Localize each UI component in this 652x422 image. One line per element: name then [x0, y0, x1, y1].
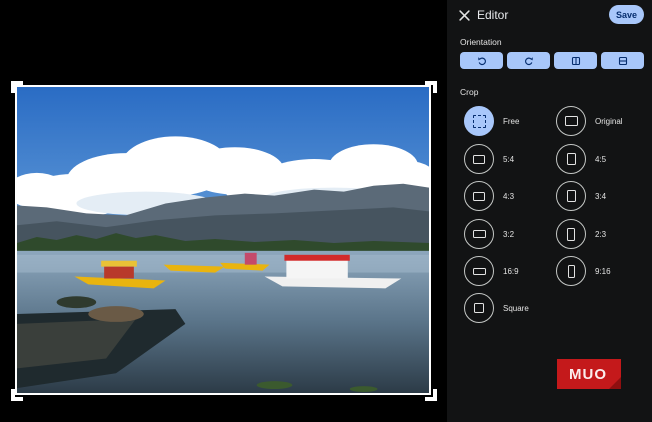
- crop-option-2-3[interactable]: 2:3: [556, 218, 606, 250]
- aspect-4-3-icon: [473, 191, 485, 201]
- crop-handle-bottom-left[interactable]: [11, 389, 23, 401]
- crop-option-label: 3:2: [503, 229, 515, 239]
- crop-option-label: 5:4: [503, 154, 515, 164]
- rotate-right-button[interactable]: [507, 52, 550, 69]
- rotate-counterclockwise-icon: [477, 56, 486, 65]
- close-icon: [458, 9, 470, 21]
- aspect-3-2-icon: [472, 229, 486, 239]
- flip-horizontal-icon: [571, 56, 580, 65]
- crop-option-label: Square: [503, 303, 529, 313]
- aspect-4-5-icon: [566, 153, 576, 165]
- flip-vertical-icon: [618, 56, 627, 65]
- flip-horizontal-button[interactable]: [554, 52, 597, 69]
- crop-free-icon: [472, 114, 486, 128]
- orientation-label: Orientation: [460, 37, 502, 47]
- crop-option-label: 4:5: [595, 154, 607, 164]
- crop-option-label: Original: [595, 116, 623, 126]
- crop-option-3-4[interactable]: 3:4: [556, 180, 606, 212]
- aspect-5-4-icon: [473, 154, 485, 164]
- lake-boats-photo: [17, 87, 429, 393]
- close-button[interactable]: [455, 6, 473, 24]
- crop-option-label: 4:3: [503, 191, 515, 201]
- aspect-square-icon: [474, 303, 484, 313]
- crop-handle-top-left[interactable]: [11, 81, 23, 93]
- aspect-16-9-icon: [472, 267, 486, 275]
- editor-panel: Editor Save Orientation Crop Free 5:4 4:…: [447, 0, 652, 422]
- svg-text:MUO: MUO: [569, 366, 607, 383]
- aspect-original-icon: [564, 116, 578, 126]
- crop-option-3-2[interactable]: 3:2: [464, 218, 514, 250]
- crop-option-label: 9:16: [595, 266, 611, 276]
- crop-option-9-16[interactable]: 9:16: [556, 255, 611, 287]
- crop-option-5-4[interactable]: 5:4: [464, 143, 514, 175]
- rotate-clockwise-icon: [524, 56, 533, 65]
- crop-option-label: 2:3: [595, 229, 607, 239]
- aspect-9-16-icon: [567, 264, 575, 278]
- aspect-2-3-icon: [566, 227, 576, 241]
- rotate-left-button[interactable]: [460, 52, 503, 69]
- muo-logo: MUO: [557, 359, 621, 389]
- crop-option-square[interactable]: Square: [464, 292, 529, 324]
- flip-vertical-button[interactable]: [601, 52, 644, 69]
- crop-option-4-5[interactable]: 4:5: [556, 143, 606, 175]
- crop-label: Crop: [460, 87, 479, 97]
- crop-area-photo[interactable]: [15, 85, 431, 395]
- save-button[interactable]: Save: [609, 5, 644, 24]
- image-canvas: [0, 0, 447, 422]
- crop-option-label: Free: [503, 116, 520, 126]
- aspect-3-4-icon: [566, 190, 576, 202]
- crop-handle-bottom-right[interactable]: [425, 389, 437, 401]
- editor-title: Editor: [477, 8, 509, 22]
- crop-option-free[interactable]: Free: [464, 105, 519, 137]
- crop-option-label: 3:4: [595, 191, 607, 201]
- crop-option-4-3[interactable]: 4:3: [464, 180, 514, 212]
- crop-option-original[interactable]: Original: [556, 105, 623, 137]
- crop-handle-top-right[interactable]: [425, 81, 437, 93]
- crop-option-16-9[interactable]: 16:9: [464, 255, 519, 287]
- crop-option-label: 16:9: [503, 266, 519, 276]
